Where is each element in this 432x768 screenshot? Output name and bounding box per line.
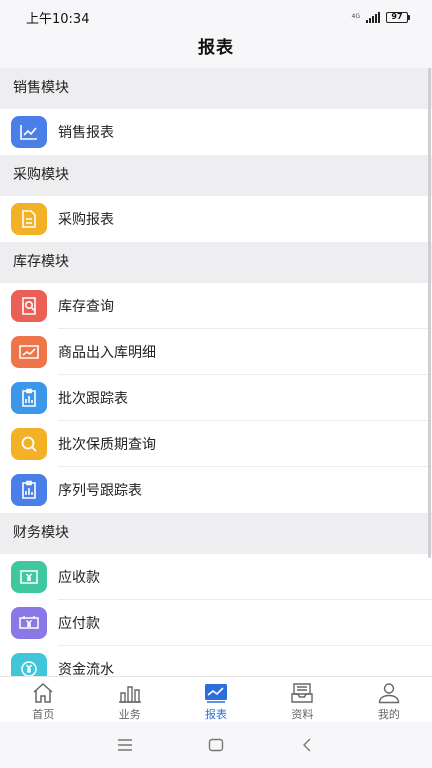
chart-board-icon <box>11 336 47 368</box>
list-item-receivables[interactable]: 应收款 <box>0 554 432 600</box>
person-icon <box>377 681 401 704</box>
scrollbar[interactable] <box>428 68 431 558</box>
report-chart-icon <box>204 681 228 704</box>
home-square-icon[interactable] <box>196 730 236 760</box>
section-header-purchase: 采购模块 <box>0 155 432 196</box>
list-item-stock-in-out-detail[interactable]: 商品出入库明细 <box>0 329 432 375</box>
list-item-serial-tracking[interactable]: 序列号跟踪表 <box>0 467 432 513</box>
menu-icon[interactable] <box>105 730 145 760</box>
list-item-batch-tracking[interactable]: 批次跟踪表 <box>0 375 432 421</box>
list-item-fund-flow[interactable]: 资金流水 <box>0 646 432 676</box>
battery-icon: 97 <box>386 11 410 23</box>
list-item-inventory-query[interactable]: 库存查询 <box>0 283 432 329</box>
tab-business[interactable]: 业务 <box>86 677 172 722</box>
status-bar: 上午10:34 4G 97 <box>0 0 432 34</box>
list-item-label: 应付款 <box>58 616 100 632</box>
home-icon <box>31 681 55 704</box>
tab-data[interactable]: 资料 <box>259 677 345 722</box>
tab-label: 我的 <box>377 708 400 721</box>
list-item-purchase-report[interactable]: 采购报表 <box>0 196 432 242</box>
tab-mine[interactable]: 我的 <box>346 677 432 722</box>
status-indicators: 4G 97 <box>351 11 410 23</box>
inbox-icon <box>290 681 314 704</box>
list-item-payables[interactable]: 应付款 <box>0 600 432 646</box>
yuan-screen-icon <box>11 607 47 639</box>
network-label: 4G <box>351 13 360 20</box>
tab-label: 资料 <box>291 708 314 721</box>
line-chart-icon <box>11 116 47 148</box>
battery-level: 97 <box>386 11 408 23</box>
list-item-label: 资金流水 <box>58 662 114 676</box>
tab-report[interactable]: 报表 <box>173 677 259 722</box>
tab-bar: 首页 业务 报表 资料 我的 <box>0 676 432 722</box>
clipboard-bars-icon <box>11 474 47 506</box>
business-bars-icon <box>117 681 143 704</box>
yuan-card-icon <box>11 561 47 593</box>
list-item-sales-report[interactable]: 销售报表 <box>0 109 432 155</box>
list-item-batch-expiry-query[interactable]: 批次保质期查询 <box>0 421 432 467</box>
signal-icon <box>366 11 380 23</box>
list-item-label: 批次保质期查询 <box>58 437 156 453</box>
report-list[interactable]: 销售模块 销售报表 采购模块 采购报表 库存模块 库存查询 商品出入库明细 批次… <box>0 68 432 676</box>
status-time: 上午10:34 <box>26 11 90 27</box>
tab-label: 业务 <box>118 708 141 721</box>
list-item-label: 库存查询 <box>58 299 114 315</box>
list-item-label: 批次跟踪表 <box>58 391 128 407</box>
tab-home[interactable]: 首页 <box>0 677 86 722</box>
list-item-label: 采购报表 <box>58 212 114 228</box>
section-header-finance: 财务模块 <box>0 513 432 554</box>
back-icon[interactable] <box>287 730 327 760</box>
list-item-label: 商品出入库明细 <box>58 345 156 361</box>
search-document-icon <box>11 290 47 322</box>
list-item-label: 序列号跟踪表 <box>58 483 142 499</box>
search-icon <box>11 428 47 460</box>
clipboard-bars-icon <box>11 382 47 414</box>
document-icon <box>11 203 47 235</box>
tab-label: 首页 <box>32 708 55 721</box>
section-header-sales: 销售模块 <box>0 68 432 109</box>
page-title: 报表 <box>198 38 234 58</box>
section-header-inventory: 库存模块 <box>0 242 432 283</box>
tab-label: 报表 <box>205 708 228 721</box>
yuan-circle-icon <box>11 653 47 676</box>
system-nav-bar <box>0 722 432 768</box>
list-item-label: 应收款 <box>58 570 100 586</box>
list-item-label: 销售报表 <box>58 125 114 141</box>
title-bar: 报表 <box>0 34 432 68</box>
